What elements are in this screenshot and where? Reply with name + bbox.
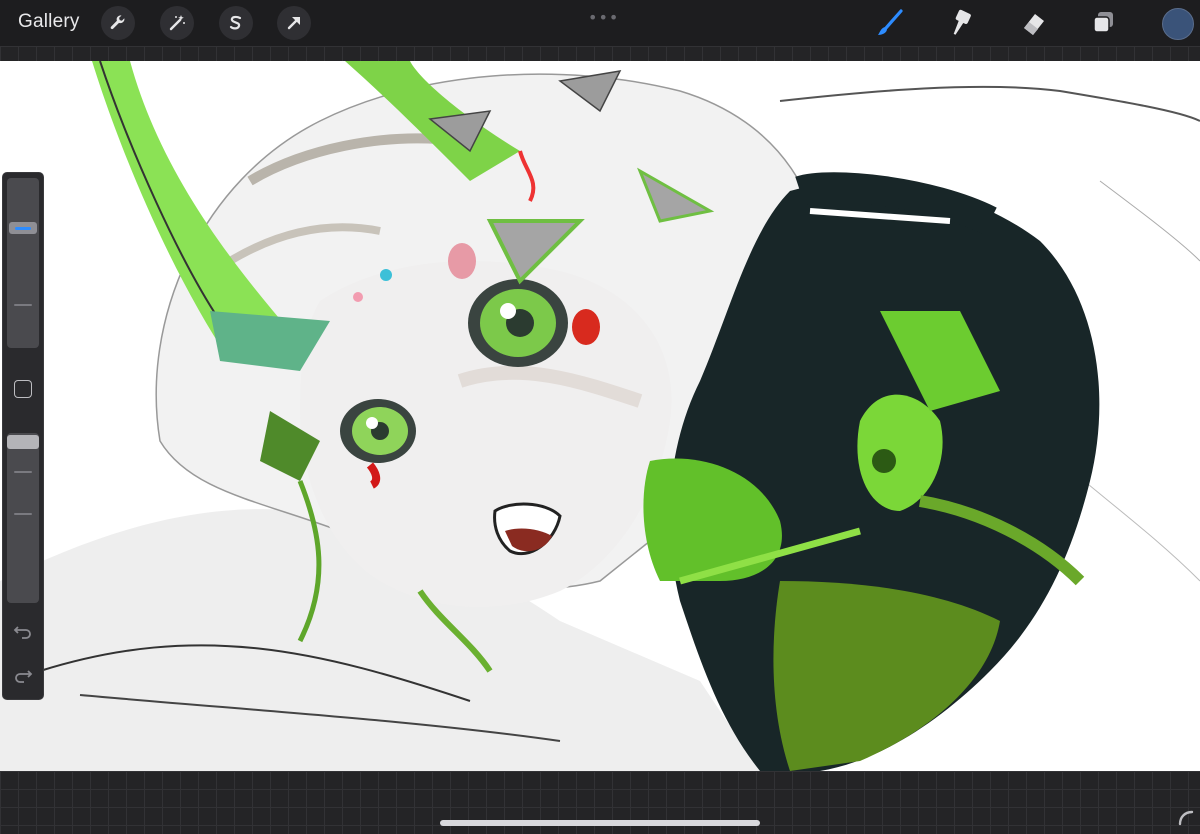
- artwork-illustration: [0, 61, 1200, 771]
- slider-tick: [14, 471, 32, 473]
- transform-button[interactable]: [277, 6, 311, 40]
- wrench-button[interactable]: [101, 6, 135, 40]
- quick-menu-corner-icon[interactable]: [1176, 808, 1194, 826]
- color-swatch[interactable]: [1162, 8, 1194, 40]
- drawing-canvas[interactable]: [0, 61, 1200, 771]
- eraser-tool-button[interactable]: [1015, 6, 1051, 40]
- smudge-icon: [953, 9, 971, 35]
- selection-s-icon: [229, 15, 242, 30]
- wrench-icon: [110, 15, 125, 30]
- adjustments-button[interactable]: [160, 6, 194, 40]
- brush-size-handle[interactable]: [9, 222, 37, 234]
- canvas-margin-top: [0, 46, 1200, 61]
- slider-tick: [14, 304, 32, 306]
- layers-icon: [1093, 12, 1113, 33]
- opacity-handle[interactable]: [7, 435, 39, 449]
- brush-size-slider[interactable]: [7, 178, 39, 348]
- transform-arrow-icon: [287, 17, 300, 30]
- gallery-button[interactable]: Gallery: [18, 11, 80, 33]
- left-sidebar: [2, 172, 44, 700]
- layers-button[interactable]: [1086, 6, 1122, 40]
- magic-wand-icon: [169, 15, 185, 31]
- brush-tool-button[interactable]: [872, 6, 908, 40]
- brush-icon: [878, 9, 903, 35]
- opacity-slider[interactable]: [7, 433, 39, 603]
- selection-button[interactable]: [219, 6, 253, 40]
- undo-icon[interactable]: [12, 619, 34, 641]
- redo-icon[interactable]: [12, 663, 34, 685]
- top-toolbar: Gallery •••: [0, 0, 1200, 46]
- modify-button[interactable]: [14, 380, 32, 398]
- eraser-icon: [1024, 14, 1044, 35]
- drag-handle-dots[interactable]: •••: [588, 8, 619, 27]
- slider-tick: [14, 513, 32, 515]
- smudge-tool-button[interactable]: [943, 6, 979, 40]
- home-indicator[interactable]: [440, 820, 760, 826]
